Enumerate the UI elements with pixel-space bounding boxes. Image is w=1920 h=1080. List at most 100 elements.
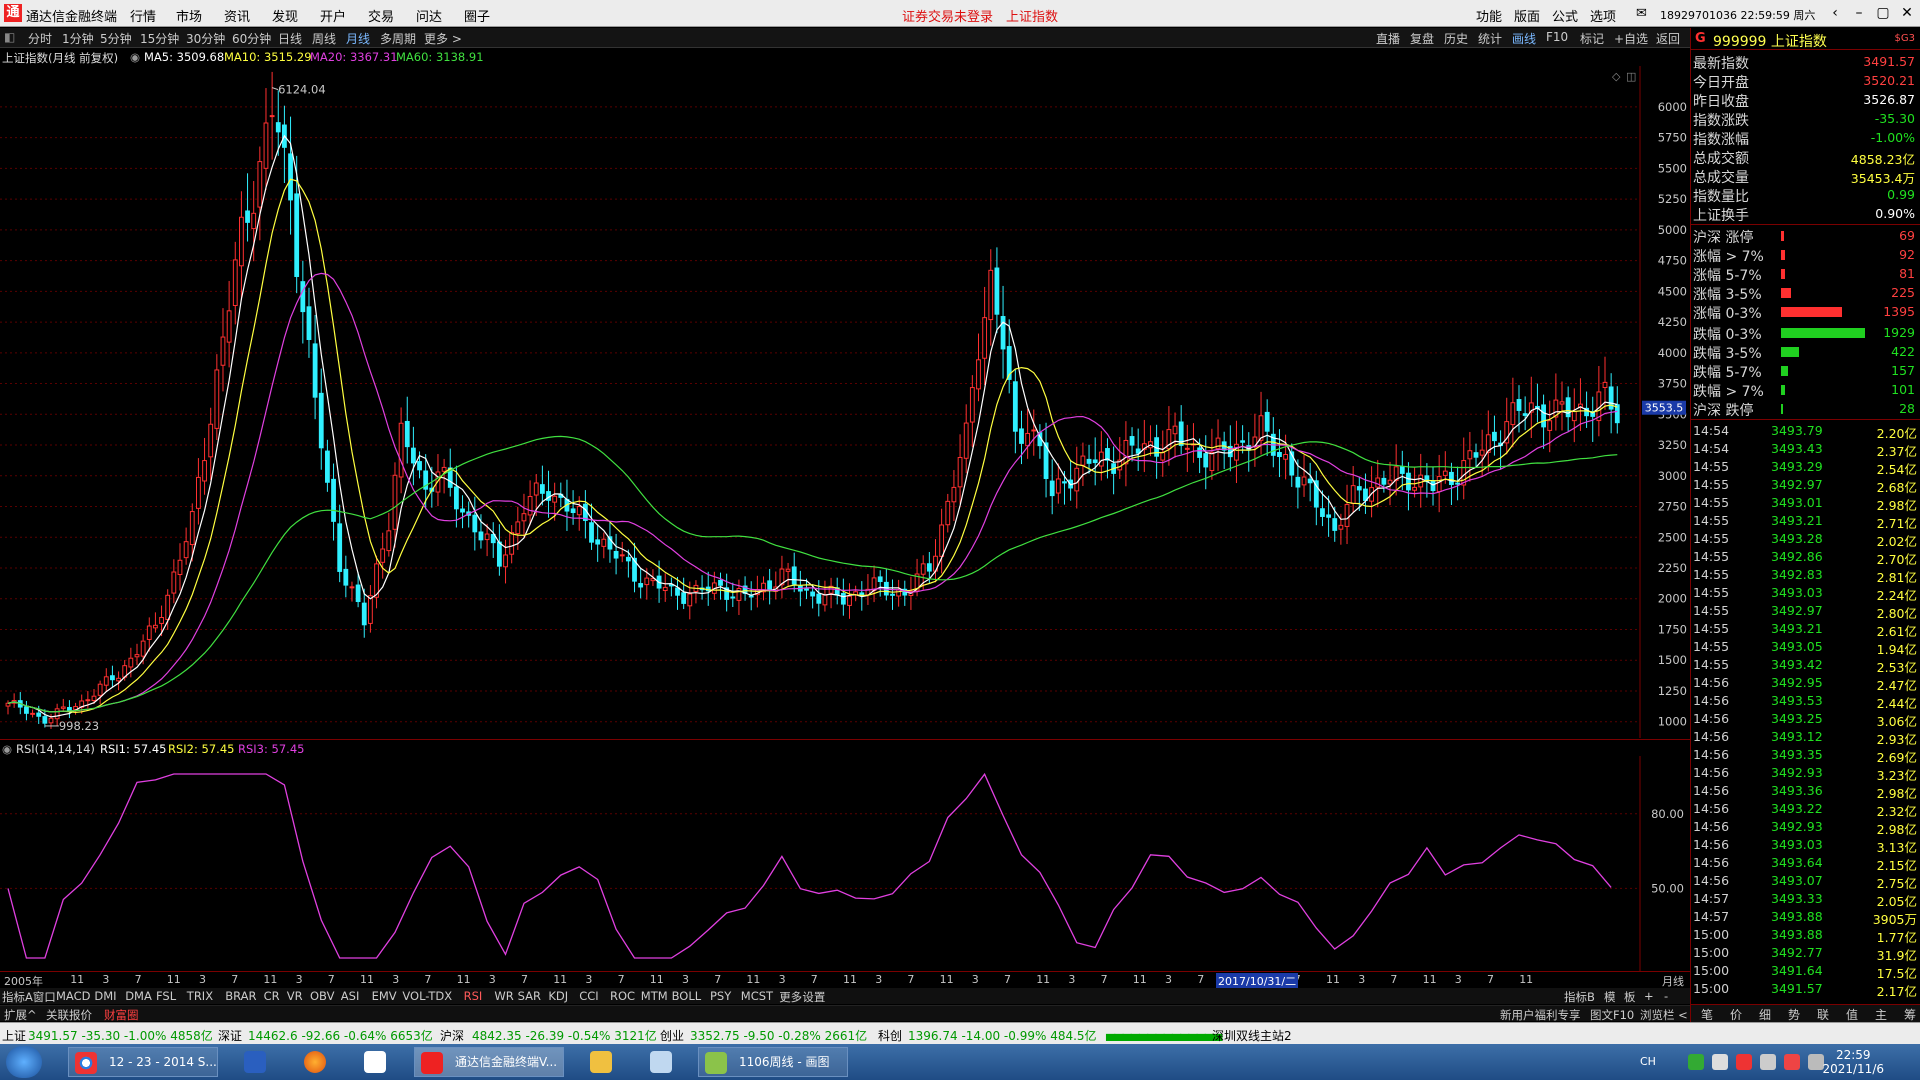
rsi-chart[interactable]: 80.00 50.00	[0, 756, 1690, 971]
indicator-tab-4[interactable]: DMA	[125, 989, 152, 1003]
breadth-row[interactable]: 跌幅 > 7% 101	[1691, 380, 1920, 400]
back-icon[interactable]: ‹	[1824, 3, 1846, 23]
kline-chart[interactable]: 6000 5750 5500 5250 5000 4750 4500 4250 4000 3750…	[0, 66, 1690, 738]
close-icon[interactable]: ✕	[1896, 3, 1918, 23]
indicator-tab-7[interactable]: BRAR	[225, 989, 256, 1003]
tray-icon-3[interactable]	[1736, 1054, 1752, 1070]
menu-open-account[interactable]: 开户	[320, 6, 346, 25]
indicator-tab-3[interactable]: DMI	[94, 989, 116, 1003]
indicator-tab-6[interactable]: TRIX	[187, 989, 213, 1003]
quote-tab-0[interactable]: 笔	[1701, 1006, 1713, 1023]
indicator-tab-9[interactable]: VR	[287, 989, 303, 1003]
menu-circle[interactable]: 圈子	[464, 6, 490, 25]
sh-label[interactable]: 上证	[2, 1027, 26, 1044]
indicator-tab-5[interactable]: FSL	[156, 989, 176, 1003]
kc-label[interactable]: 科创	[878, 1027, 902, 1044]
task-pinned-1[interactable]	[232, 1047, 276, 1077]
indicator-tab-22[interactable]: PSY	[710, 989, 731, 1003]
breadth-row[interactable]: 沪深 涨停 69	[1691, 226, 1920, 246]
indicator-tab-14[interactable]: RSI	[464, 989, 483, 1003]
indicator-right-3[interactable]: +	[1644, 989, 1654, 1003]
newuser-promo[interactable]: 新用户福利专享	[1500, 1007, 1581, 1023]
period-15min[interactable]: 15分钟	[140, 30, 179, 47]
start-icon[interactable]	[6, 1046, 42, 1078]
indicator-tab-1[interactable]: 窗口	[33, 989, 56, 1005]
breadth-row[interactable]: 涨幅 0-3% 1395	[1691, 302, 1920, 322]
indicator-tab-20[interactable]: MTM	[641, 989, 668, 1003]
tray-icon-5[interactable]	[1784, 1054, 1800, 1070]
sz-label[interactable]: 深证	[218, 1027, 242, 1044]
quote-tab-4[interactable]: 联	[1817, 1006, 1829, 1023]
task-paint[interactable]: 1106周线 - 画图	[698, 1047, 848, 1077]
panel-toggle-icon[interactable]: ◧	[4, 30, 15, 44]
tab-expand[interactable]: 扩展^	[4, 1007, 37, 1023]
menu-function[interactable]: 功能	[1476, 6, 1502, 25]
indicator-tab-11[interactable]: ASI	[341, 989, 360, 1003]
btn-mark[interactable]: 标记	[1580, 30, 1604, 47]
btn-return[interactable]: 返回	[1656, 30, 1680, 47]
breadth-row[interactable]: 涨幅 > 7% 92	[1691, 245, 1920, 265]
breadth-row[interactable]: 涨幅 5-7% 81	[1691, 264, 1920, 284]
quote-tab-5[interactable]: 值	[1846, 1006, 1858, 1023]
task-tdx[interactable]: 通达信金融终端V...	[414, 1047, 564, 1077]
breadth-row[interactable]: 跌幅 0-3% 1929	[1691, 323, 1920, 343]
indicator-tab-8[interactable]: CR	[264, 989, 280, 1003]
menu-news[interactable]: 资讯	[224, 6, 250, 25]
indicator-tab-12[interactable]: EMV	[372, 989, 397, 1003]
task-explorer[interactable]	[578, 1047, 622, 1077]
menu-layout[interactable]: 版面	[1514, 6, 1540, 25]
indicator-right-2[interactable]: 板	[1624, 989, 1636, 1005]
tray-icon-1[interactable]	[1688, 1054, 1704, 1070]
indicator-tab-19[interactable]: ROC	[610, 989, 635, 1003]
symbol-code[interactable]: 999999 上证指数	[1713, 31, 1827, 51]
chart-option-icon[interactable]: ◇	[1612, 70, 1621, 83]
indicator-tab-17[interactable]: KDJ	[548, 989, 568, 1003]
taskbar-clock[interactable]: 22:59 2021/11/6	[1822, 1048, 1884, 1076]
indicator-tab-25[interactable]: 设置	[802, 989, 825, 1005]
period-5min[interactable]: 5分钟	[100, 30, 132, 47]
indicator-right-1[interactable]: 模	[1604, 989, 1616, 1005]
menu-formula[interactable]: 公式	[1552, 6, 1578, 25]
quote-tab-1[interactable]: 价	[1730, 1006, 1742, 1023]
task-firefox[interactable]	[292, 1047, 336, 1077]
period-60min[interactable]: 60分钟	[232, 30, 271, 47]
tray-icon-4[interactable]	[1760, 1054, 1776, 1070]
indicator-tab-18[interactable]: CCI	[579, 989, 598, 1003]
maximize-icon[interactable]: ▢	[1872, 3, 1894, 23]
menu-trade[interactable]: 交易	[368, 6, 394, 25]
indicator-tab-16[interactable]: SAR	[518, 989, 541, 1003]
hs-label[interactable]: 沪深	[440, 1027, 464, 1044]
indicator-tab-10[interactable]: OBV	[310, 989, 334, 1003]
quote-tab-3[interactable]: 势	[1788, 1006, 1800, 1023]
task-pinned-3[interactable]	[352, 1047, 396, 1077]
btn-live[interactable]: 直播	[1376, 30, 1400, 47]
breadth-row[interactable]: 沪深 跌停 28	[1691, 399, 1920, 419]
tab-related-quotes[interactable]: 关联报价	[46, 1007, 92, 1023]
btn-f10[interactable]: F10	[1546, 30, 1568, 44]
indicator-tab-15[interactable]: WR	[494, 989, 513, 1003]
rsi-settings-icon[interactable]: ◉	[2, 742, 12, 756]
indicator-tab-24[interactable]: 更多	[779, 989, 802, 1005]
menu-quotes[interactable]: 行情	[130, 6, 156, 25]
quote-tab-6[interactable]: 主	[1875, 1006, 1887, 1023]
settings-icon[interactable]: ◉	[130, 50, 140, 64]
indicator-right-4[interactable]: -	[1664, 989, 1668, 1003]
login-alert[interactable]: 证券交易未登录	[902, 6, 993, 25]
tab-wealth-circle[interactable]: 财富圈	[104, 1007, 139, 1023]
btn-replay[interactable]: 复盘	[1410, 30, 1434, 47]
period-intraday[interactable]: 分时	[28, 30, 52, 47]
period-more[interactable]: 更多 >	[424, 30, 462, 47]
task-pinned-5[interactable]	[638, 1047, 682, 1077]
btn-history[interactable]: 历史	[1444, 30, 1468, 47]
breadth-row[interactable]: 跌幅 3-5% 422	[1691, 342, 1920, 362]
quote-tab-2[interactable]: 细	[1759, 1006, 1771, 1023]
task-chrome[interactable]: 12 - 23 - 2014 S...	[68, 1047, 218, 1077]
period-1min[interactable]: 1分钟	[62, 30, 94, 47]
ime-indicator[interactable]: CH	[1640, 1055, 1656, 1068]
indicator-tab-23[interactable]: MCST	[741, 989, 773, 1003]
indicator-tab-21[interactable]: BOLL	[672, 989, 702, 1003]
indicator-right-0[interactable]: 指标B	[1564, 989, 1595, 1005]
btn-browse-bar[interactable]: 浏览栏 <	[1640, 1007, 1688, 1023]
indicator-tab-13[interactable]: VOL-TDX	[402, 989, 452, 1003]
period-multi[interactable]: 多周期	[380, 30, 416, 47]
